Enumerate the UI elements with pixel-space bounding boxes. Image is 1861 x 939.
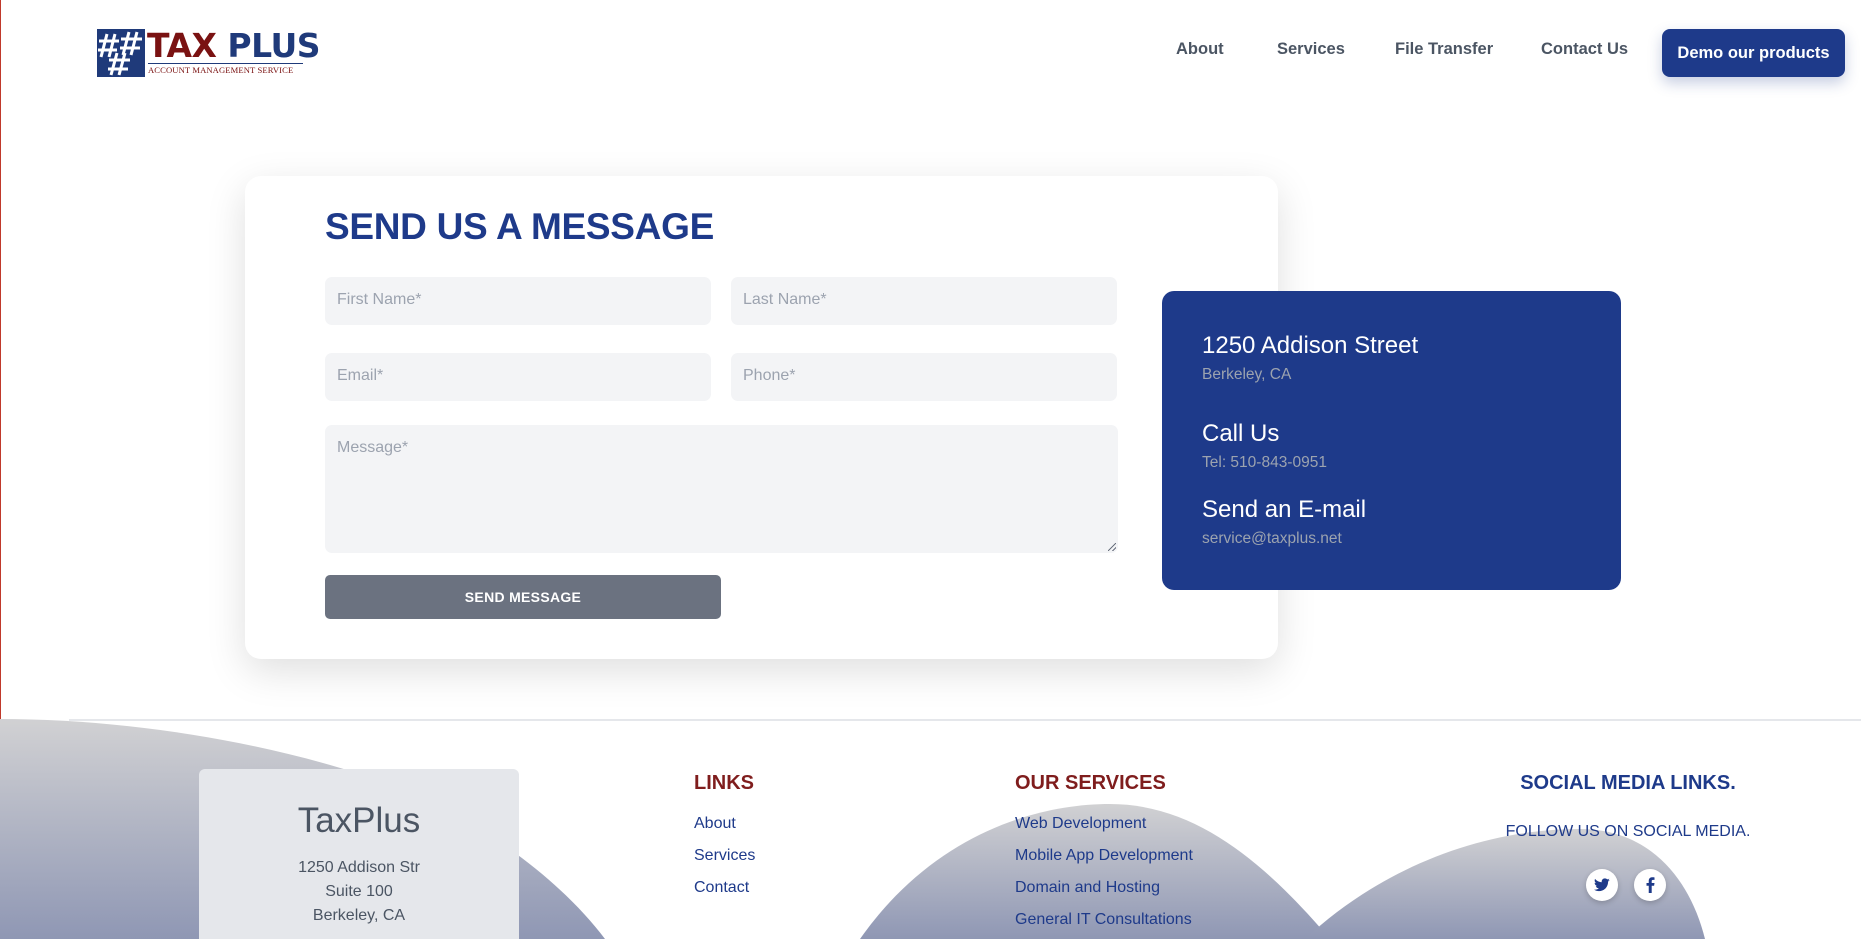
nav-about[interactable]: About [1176, 40, 1224, 64]
twitter-button[interactable] [1586, 869, 1618, 901]
send-message-button[interactable]: SEND MESSAGE [325, 575, 721, 619]
hash-logo-icon [97, 29, 145, 77]
email-address: service@taxplus.net [1202, 530, 1342, 547]
service-link-it-consultations[interactable]: General IT Consultations [1015, 911, 1192, 929]
logo-divider [148, 63, 303, 64]
service-link-web-development[interactable]: Web Development [1015, 815, 1146, 833]
demo-products-button[interactable]: Demo our products [1662, 29, 1845, 77]
services-heading: OUR SERVICES [1015, 772, 1166, 794]
social-subheading: FOLLOW US ON SOCIAL MEDIA. [1505, 823, 1751, 840]
logo[interactable]: TAX PLUS ACCOUNT MANAGEMENT SERVICE [97, 26, 321, 77]
footer-link-contact[interactable]: Contact [694, 879, 749, 897]
phone-input[interactable]: Phone* [731, 353, 1117, 401]
message-placeholder: Message* [337, 439, 409, 456]
service-link-domain-hosting[interactable]: Domain and Hosting [1015, 879, 1160, 897]
email-input[interactable]: Email* [325, 353, 711, 401]
site-header: TAX PLUS ACCOUNT MANAGEMENT SERVICE Abou… [0, 0, 1861, 106]
resize-grip-icon[interactable] [1108, 543, 1116, 551]
logo-subtitle: ACCOUNT MANAGEMENT SERVICE [148, 65, 294, 75]
message-textarea[interactable]: Message* [325, 425, 1118, 553]
nav-services[interactable]: Services [1277, 40, 1345, 64]
company-address-line: Berkeley, CA [312, 907, 406, 924]
footer-link-services[interactable]: Services [694, 847, 755, 865]
nav-file-transfer[interactable]: File Transfer [1395, 40, 1493, 64]
company-address-line: 1250 Addison Str [298, 859, 420, 876]
email-heading: Send an E-mail [1202, 496, 1367, 523]
company-address-line: Suite 100 [325, 883, 393, 900]
form-title: SEND US A MESSAGE [325, 206, 714, 247]
facebook-button[interactable] [1634, 869, 1666, 901]
nav-contact-us[interactable]: Contact Us [1541, 40, 1628, 64]
footer-link-about[interactable]: About [694, 815, 736, 833]
first-name-input[interactable]: First Name* [325, 277, 711, 325]
service-link-mobile-app[interactable]: Mobile App Development [1015, 847, 1193, 865]
phone-number: Tel: 510-843-0951 [1202, 454, 1327, 471]
facebook-icon [1646, 877, 1654, 893]
social-heading: SOCIAL MEDIA LINKS. [1520, 772, 1736, 794]
address-heading: 1250 Addison Street [1202, 332, 1419, 359]
twitter-icon [1594, 878, 1610, 892]
logo-title: TAX PLUS [147, 26, 321, 65]
address-city: Berkeley, CA [1202, 366, 1292, 383]
company-name: TaxPlus [297, 801, 421, 840]
links-heading: LINKS [694, 772, 754, 794]
call-heading: Call Us [1202, 420, 1280, 447]
last-name-input[interactable]: Last Name* [731, 277, 1117, 325]
footer-divider [69, 719, 1861, 721]
